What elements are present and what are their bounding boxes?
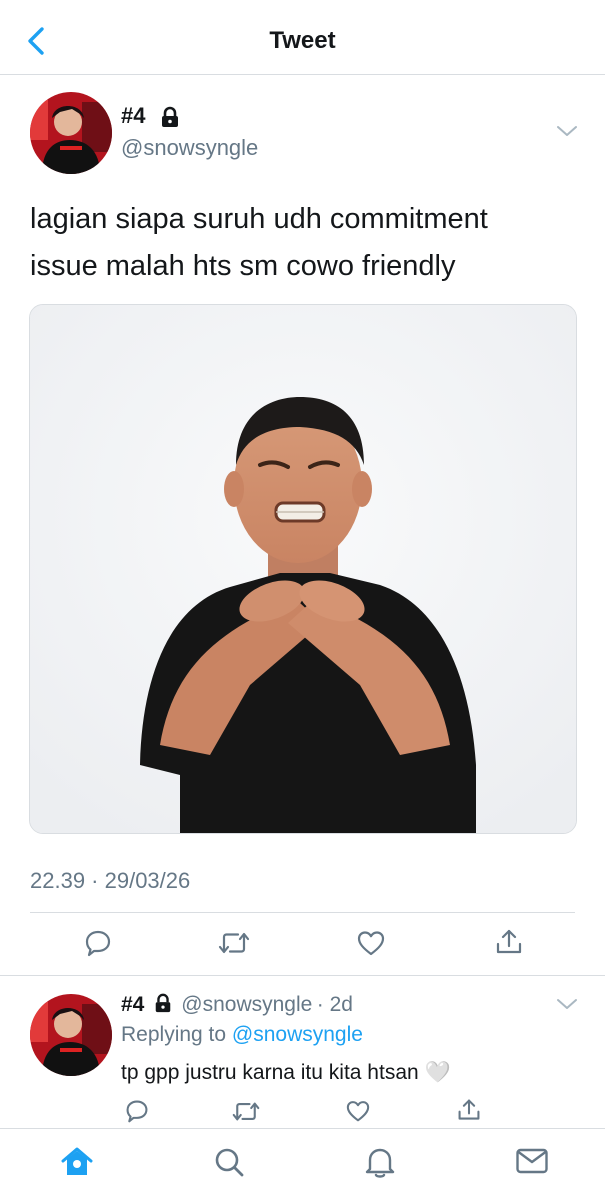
reply-text-row: tp gpp justru karna itu kita htsan 🤍 (121, 1060, 451, 1085)
retweet-icon[interactable] (232, 1100, 260, 1123)
reply-avatar[interactable] (30, 994, 112, 1076)
like-icon[interactable] (357, 930, 385, 956)
author-handle[interactable]: @snowsyngle (121, 135, 258, 161)
reply-icon[interactable] (84, 929, 112, 957)
reply-header: #4 @snowsyngle · 2d (121, 993, 353, 1017)
tweet-text-line: lagian siapa suruh udh commitment (30, 203, 488, 235)
author-display-name[interactable]: #4 (121, 103, 145, 129)
like-icon[interactable] (346, 1100, 370, 1122)
bottom-tab-bar (0, 1128, 605, 1201)
tweet-text: lagian siapa suruh udh commitment issue … (30, 196, 575, 290)
tweet-text-line: issue malah hts sm cowo friendly (30, 250, 456, 282)
chevron-down-icon[interactable] (556, 124, 578, 138)
notifications-icon[interactable] (364, 1145, 396, 1179)
divider (30, 912, 575, 913)
avatar[interactable] (30, 92, 112, 174)
share-icon[interactable] (495, 928, 523, 956)
page-title: Tweet (269, 27, 336, 54)
white-heart-emoji: 🤍 (424, 1060, 451, 1084)
tweet-timestamp: 22.39 · 29/03/26 (30, 868, 191, 893)
tweet-image[interactable] (29, 304, 577, 834)
divider (0, 975, 605, 976)
lock-icon (160, 106, 180, 128)
replying-to-label: Replying to (121, 1023, 227, 1046)
replying-to-handle[interactable]: @snowsyngle (232, 1023, 363, 1046)
reply-display-name[interactable]: #4 (121, 993, 144, 1016)
reply-handle[interactable]: @snowsyngle (181, 993, 312, 1016)
home-icon[interactable] (60, 1146, 94, 1178)
top-nav-bar: Tweet (0, 0, 605, 75)
replying-to: Replying to @snowsyngle (121, 1023, 363, 1047)
lock-icon (153, 993, 175, 1013)
messages-icon[interactable] (515, 1147, 549, 1175)
chevron-down-icon[interactable] (556, 997, 578, 1011)
reply-age: · 2d (316, 993, 353, 1016)
share-icon[interactable] (457, 1098, 481, 1122)
reply-icon[interactable] (125, 1099, 149, 1123)
retweet-icon[interactable] (218, 930, 250, 956)
reply-text: tp gpp justru karna itu kita htsan (121, 1061, 419, 1084)
search-icon[interactable] (213, 1146, 245, 1178)
